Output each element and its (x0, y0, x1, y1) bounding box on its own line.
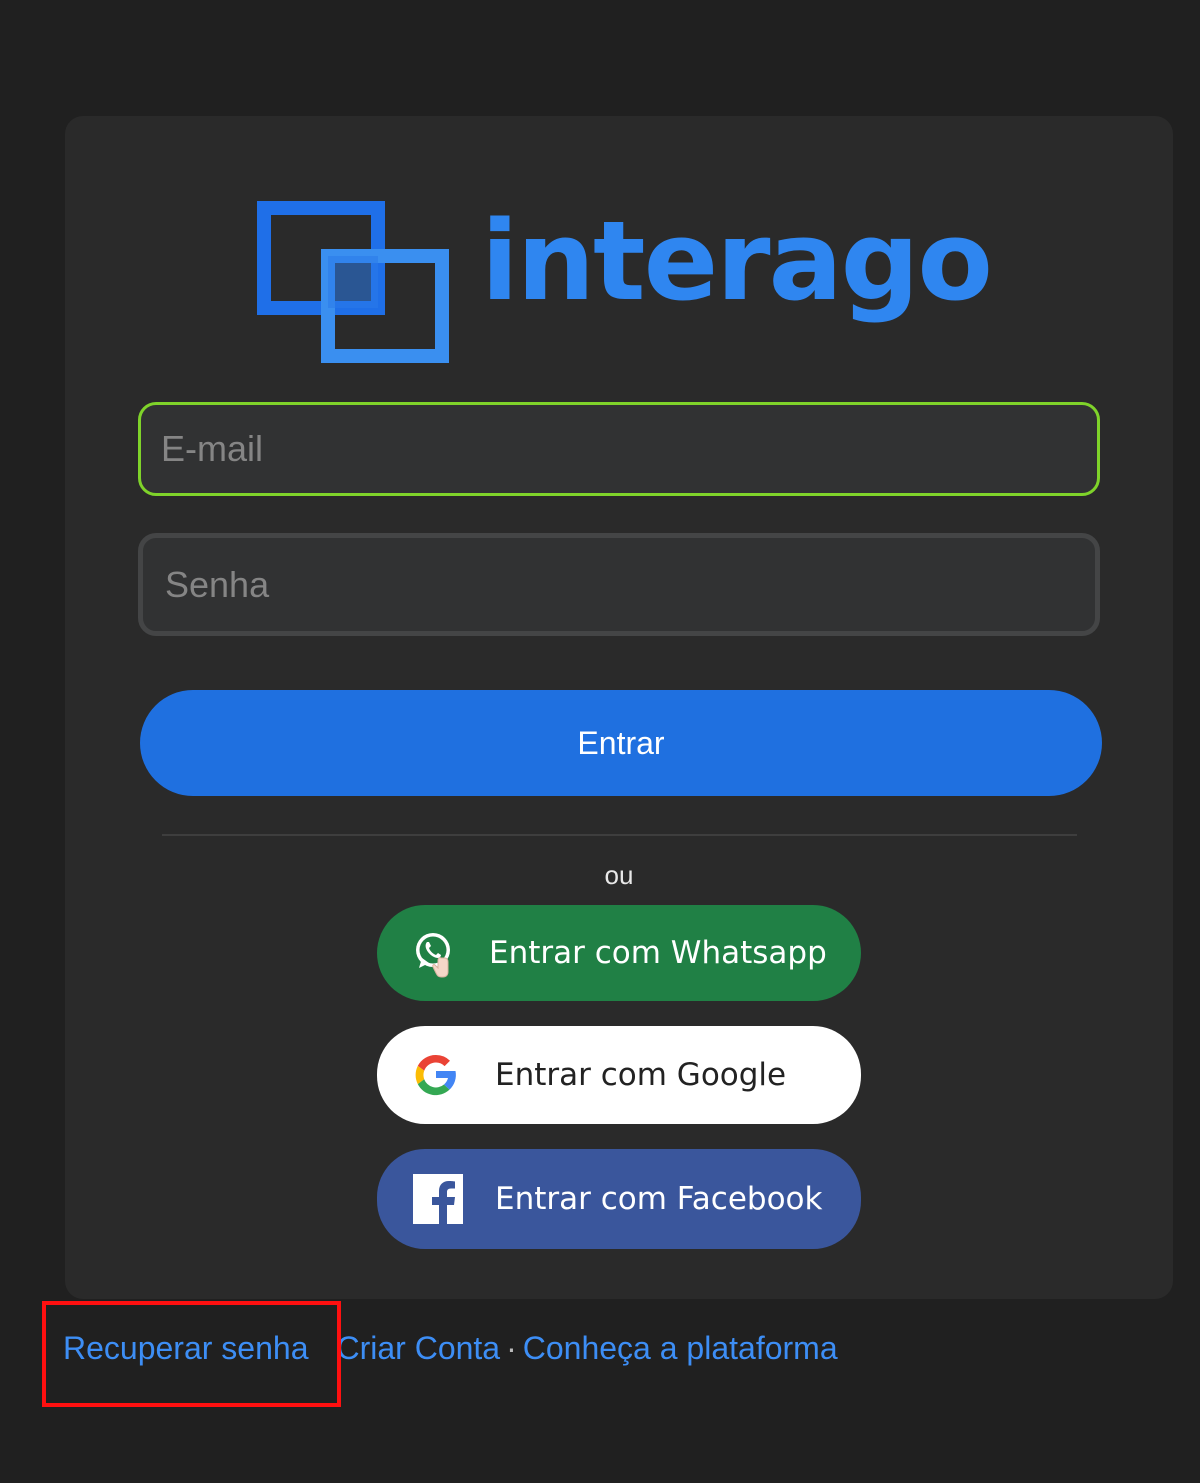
google-login-button[interactable]: Entrar com Google (377, 1026, 861, 1124)
recover-password-link[interactable]: Recuperar senha (63, 1330, 308, 1366)
footer-links: Recuperar senha Criar Conta · Conheça a pla… (63, 1330, 838, 1367)
or-separator-text: ou (604, 860, 634, 890)
logo-squares-icon (257, 201, 449, 363)
email-input[interactable] (138, 402, 1100, 496)
interago-logo: interago (257, 200, 997, 364)
whatsapp-login-label: Entrar com Whatsapp (489, 935, 827, 971)
whatsapp-login-button[interactable]: Entrar com Whatsapp (377, 905, 861, 1001)
password-input[interactable] (138, 533, 1100, 636)
facebook-login-label: Entrar com Facebook (495, 1181, 823, 1217)
google-icon (415, 1054, 456, 1096)
create-account-link[interactable]: Criar Conta (336, 1330, 500, 1366)
logo-wordmark: interago (481, 197, 993, 325)
login-card: interago Entrar ou Entrar com Whatsapp E… (65, 116, 1173, 1299)
discover-platform-link[interactable]: Conheça a plataforma (523, 1330, 838, 1366)
google-login-label: Entrar com Google (495, 1057, 787, 1093)
facebook-icon (413, 1174, 463, 1224)
login-button[interactable]: Entrar (140, 690, 1102, 796)
whatsapp-icon (416, 933, 450, 978)
divider (162, 834, 1077, 836)
links-separator: · (506, 1330, 517, 1366)
facebook-login-button[interactable]: Entrar com Facebook (377, 1149, 861, 1249)
